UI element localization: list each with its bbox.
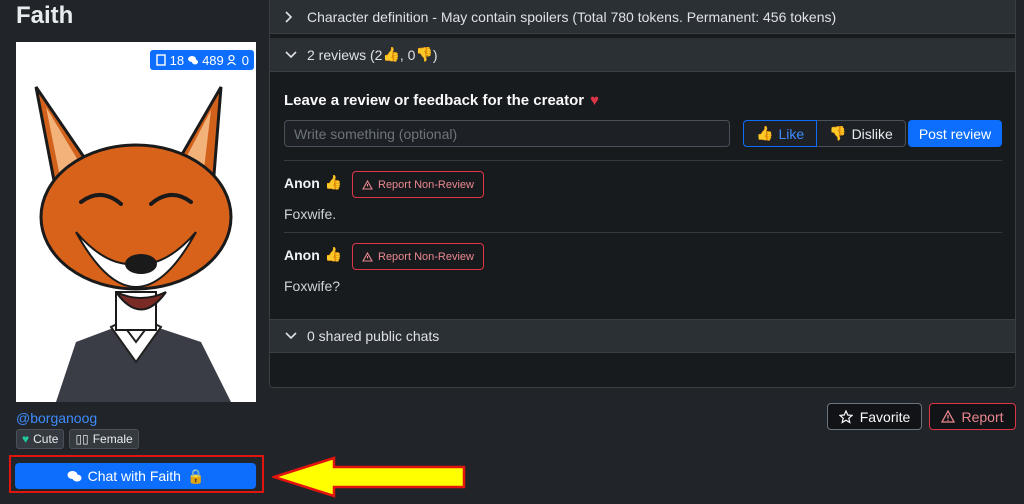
tag-cute[interactable]: ♥ Cute <box>16 429 65 449</box>
book-icon <box>155 54 166 66</box>
divider <box>284 232 1002 233</box>
tag-female[interactable]: ▯▯ Female <box>69 429 139 449</box>
report-label: Report Non-Review <box>378 250 474 263</box>
like-label: Like <box>778 125 805 142</box>
stats-badge: 18 489 0 <box>149 50 254 70</box>
report-label: Report <box>961 408 1004 425</box>
reviews-label-mid: , 0 <box>399 46 416 63</box>
placeholder-glyph-icon: ▯▯ <box>75 432 89 446</box>
thumbs-down-icon: 👎 <box>415 46 433 62</box>
review-text: Foxwife? <box>284 278 341 294</box>
review-author: Anon 👍 <box>284 174 342 191</box>
thumbs-up-icon: 👍 <box>756 125 774 141</box>
heart-icon: ♥ <box>590 92 600 109</box>
heart-icon: ♥ <box>22 432 30 446</box>
creator-link[interactable]: @borganoog <box>16 410 97 426</box>
character-avatar: 18 489 0 <box>16 42 256 402</box>
report-label: Report Non-Review <box>378 178 474 191</box>
review-input[interactable] <box>284 120 730 147</box>
warning-icon <box>362 179 373 190</box>
thumbs-down-icon: 👎 <box>829 125 847 141</box>
favorite-button[interactable]: Favorite <box>827 403 922 430</box>
report-non-review-button[interactable]: Report Non-Review <box>352 171 484 198</box>
tag-label: Female <box>92 432 133 446</box>
character-details-panel: Character definition - May contain spoil… <box>269 0 1016 388</box>
dislike-button[interactable]: 👎 Dislike <box>817 120 906 147</box>
review-author-name: Anon <box>284 174 320 191</box>
review-author-name: Anon <box>284 246 320 263</box>
warning-icon <box>362 251 373 262</box>
report-non-review-button[interactable]: Report Non-Review <box>352 243 484 270</box>
warning-icon <box>941 410 956 423</box>
report-button[interactable]: Report <box>929 403 1016 430</box>
pointer-arrow <box>272 456 466 498</box>
accordion-character-definition[interactable]: Character definition - May contain spoil… <box>270 0 1015 34</box>
messages-count: 18 <box>169 52 185 68</box>
chevron-down-icon <box>285 50 297 59</box>
like-button[interactable]: 👍 Like <box>743 120 818 147</box>
star-icon <box>838 409 853 424</box>
favorite-label: Favorite <box>859 408 911 425</box>
character-name: Faith <box>16 2 74 29</box>
chat-bubbles-icon <box>188 56 199 65</box>
chat-button-label: Chat with Faith <box>87 468 181 484</box>
reviews-label-suffix: ) <box>432 46 438 63</box>
tag-list: ♥ Cute ▯▯ Female <box>16 429 139 449</box>
dislike-label: Dislike <box>851 125 893 142</box>
chats-count: 489 <box>202 52 224 68</box>
users-icon <box>226 54 236 66</box>
users-count: 0 <box>241 52 249 68</box>
review-heading-text: Leave a review or feedback for the creat… <box>284 92 585 109</box>
review-text: Foxwife. <box>284 206 337 222</box>
chevron-down-icon <box>285 332 297 340</box>
like-dislike-toggle: 👍 Like 👎 Dislike <box>743 120 906 147</box>
lock-icon: 🔒 <box>186 467 205 484</box>
post-review-button[interactable]: Post review <box>908 120 1002 147</box>
accordion-label: Character definition - May contain spoil… <box>307 8 837 25</box>
review-author: Anon 👍 <box>284 246 342 263</box>
thumbs-up-icon: 👍 <box>324 174 343 190</box>
tag-label: Cute <box>33 432 59 446</box>
thumbs-up-icon: 👍 <box>324 246 343 262</box>
chat-bubbles-icon <box>67 470 82 481</box>
divider <box>284 160 1002 161</box>
chat-with-character-button[interactable]: Chat with Faith 🔒 <box>15 463 256 489</box>
reviews-label-prefix: 2 reviews (2 <box>307 46 383 63</box>
accordion-label: 0 shared public chats <box>307 328 440 344</box>
accordion-shared-chats[interactable]: 0 shared public chats <box>270 319 1015 353</box>
thumbs-up-icon: 👍 <box>382 46 400 62</box>
accordion-reviews[interactable]: 2 reviews (2 👍 , 0 👎 ) <box>270 38 1015 72</box>
fox-portrait-image <box>16 42 256 402</box>
chevron-right-icon <box>285 10 297 23</box>
review-form-heading: Leave a review or feedback for the creat… <box>284 92 599 109</box>
